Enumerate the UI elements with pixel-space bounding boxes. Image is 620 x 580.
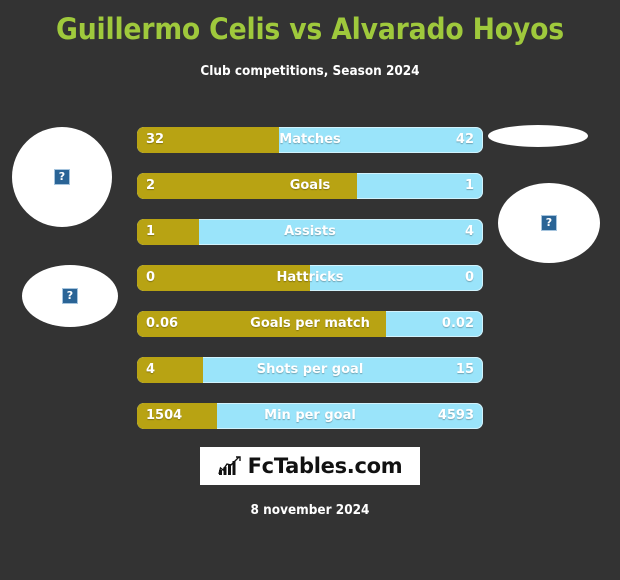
bar-chart-arrow-icon (217, 456, 241, 475)
table-row: 1504 Min per goal 4593 (137, 403, 483, 429)
home-value: 2 (146, 178, 156, 193)
stat-label: Goals (289, 178, 331, 193)
player-photo-left: ? (12, 127, 112, 227)
stat-values: 1504 Min per goal 4593 (137, 403, 483, 429)
away-value: 42 (455, 132, 474, 147)
away-value: 4 (464, 224, 474, 239)
stat-values: 0 Hattricks 0 (137, 265, 483, 291)
table-row: 2 Goals 1 (137, 173, 483, 199)
table-row: 0.06 Goals per match 0.02 (137, 311, 483, 337)
stat-label: Matches (279, 132, 341, 147)
stat-comparison-chart: 32 Matches 42 2 Goals 1 1 Assists 4 0 Ha… (137, 127, 483, 449)
broken-image-icon: ? (541, 215, 557, 231)
stat-label: Min per goal (264, 408, 356, 423)
away-value: 0 (464, 270, 474, 285)
home-value: 4 (146, 362, 156, 377)
fctables-logo[interactable]: FcTables.com (200, 447, 420, 485)
away-value: 4593 (437, 408, 474, 423)
fctables-logo-text: FcTables.com (247, 454, 403, 478)
away-value: 15 (455, 362, 474, 377)
broken-image-icon: ? (62, 288, 78, 304)
home-value: 1 (146, 224, 156, 239)
stat-values: 0.06 Goals per match 0.02 (137, 311, 483, 337)
player-flag-left: ? (22, 265, 118, 327)
home-value: 32 (146, 132, 165, 147)
table-row: 0 Hattricks 0 (137, 265, 483, 291)
stat-label: Hattricks (276, 270, 344, 285)
table-row: 4 Shots per goal 15 (137, 357, 483, 383)
stat-label: Goals per match (250, 316, 370, 331)
broken-image-icon: ? (54, 169, 70, 185)
stat-values: 32 Matches 42 (137, 127, 483, 153)
away-value: 1 (464, 178, 474, 193)
player-photo-right: ? (498, 183, 600, 263)
player-flag-right (488, 125, 588, 147)
home-value: 0.06 (146, 316, 179, 331)
stat-values: 4 Shots per goal 15 (137, 357, 483, 383)
page-subtitle: Club competitions, Season 2024 (200, 64, 420, 79)
table-row: 32 Matches 42 (137, 127, 483, 153)
stat-values: 1 Assists 4 (137, 219, 483, 245)
stat-label: Assists (284, 224, 336, 239)
generated-date: 8 november 2024 (250, 503, 370, 518)
stat-values: 2 Goals 1 (137, 173, 483, 199)
home-value: 0 (146, 270, 156, 285)
table-row: 1 Assists 4 (137, 219, 483, 245)
page-title: Guillermo Celis vs Alvarado Hoyos (56, 12, 564, 46)
stat-label: Shots per goal (256, 362, 364, 377)
home-value: 1504 (146, 408, 183, 423)
away-value: 0.02 (441, 316, 474, 331)
